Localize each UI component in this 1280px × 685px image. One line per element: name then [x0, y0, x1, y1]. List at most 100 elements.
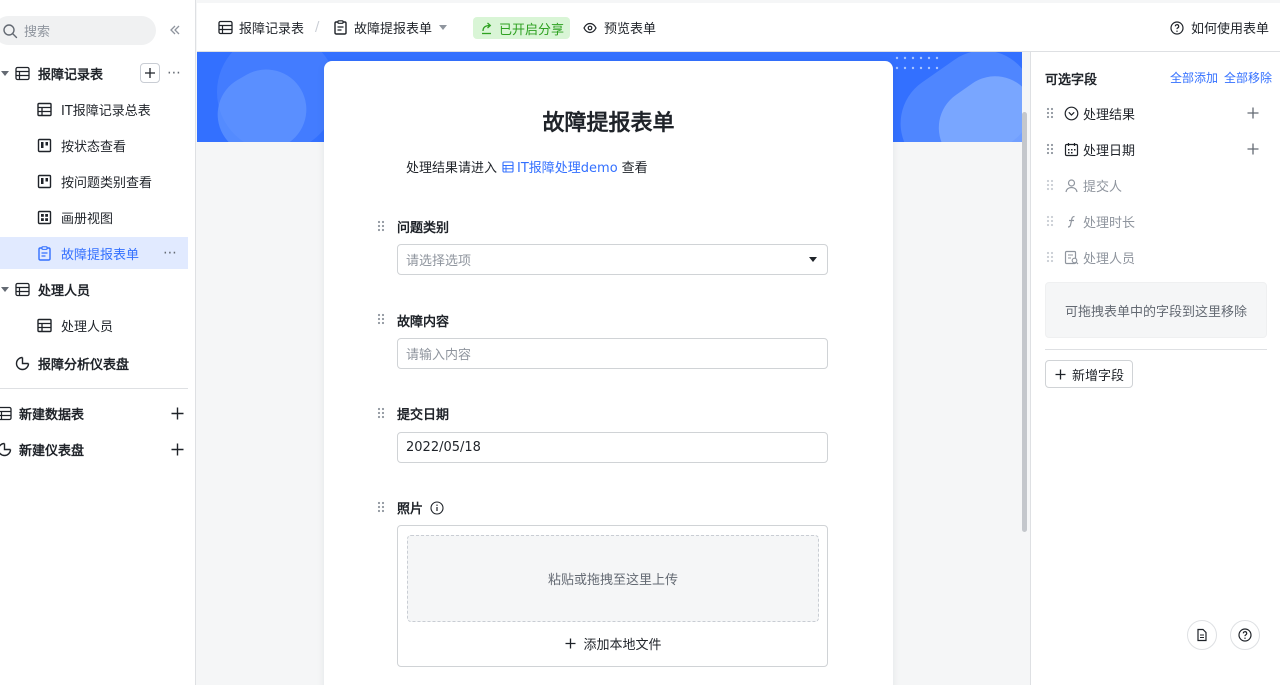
- kanban-view-icon: [36, 173, 52, 189]
- scrollbar-thumb[interactable]: [1022, 112, 1027, 532]
- drag-handle-icon[interactable]: [376, 219, 386, 233]
- optional-field-handler: 处理人员: [1045, 247, 1135, 267]
- new-field-label: 新增字段: [1071, 368, 1124, 384]
- new-table-button[interactable]: 新建数据表: [0, 397, 196, 429]
- info-icon[interactable]: [429, 500, 445, 516]
- collapse-sidebar-icon[interactable]: [166, 21, 184, 39]
- table-link-icon: [501, 160, 515, 174]
- sidebar-item-label: IT报障记录总表: [61, 103, 151, 119]
- plus-icon: [563, 636, 577, 650]
- sidebar-item-dashboard[interactable]: 报障分析仪表盘: [0, 347, 196, 379]
- help-label: 如何使用表单: [1191, 22, 1270, 37]
- sidebar-item-report-table[interactable]: 报障记录表 ⋯: [0, 57, 196, 89]
- sidebar-item-label: 报障分析仪表盘: [38, 357, 130, 373]
- desc-link[interactable]: IT报障处理demo: [501, 157, 618, 176]
- date-input[interactable]: 2022/05/18: [397, 432, 828, 463]
- optional-fields-panel: 可选字段 全部添加 全部移除 处理结果 处理日期 提交人 处理时长 处理人员 可…: [1030, 52, 1280, 685]
- desc-prefix: 处理结果请进入: [406, 161, 498, 176]
- help-button[interactable]: 如何使用表单: [1169, 3, 1269, 52]
- sidebar-item-label: 报障记录表: [38, 67, 104, 83]
- field-label-category: 问题类别: [397, 221, 450, 236]
- gallery-view-icon: [36, 209, 52, 225]
- desc-link-label: IT报障处理demo: [517, 161, 618, 176]
- new-dashboard-button[interactable]: 新建仪表盘: [0, 433, 196, 465]
- content-placeholder: 请输入内容: [406, 348, 472, 363]
- dashboard-icon: [0, 441, 12, 457]
- calendar-icon: [1063, 141, 1079, 157]
- breadcrumb-view[interactable]: 故障提报表单: [332, 3, 448, 52]
- single-select-icon: [1063, 105, 1079, 121]
- form-title[interactable]: 故障提报表单: [324, 105, 893, 137]
- preview-form-button[interactable]: 预览表单: [582, 3, 656, 52]
- remove-dropzone[interactable]: 可拖拽表单中的字段到这里移除: [1045, 282, 1267, 338]
- drag-handle-icon[interactable]: [1045, 142, 1055, 156]
- add-field-plus-icon[interactable]: [1244, 140, 1262, 158]
- caret-down-icon[interactable]: [0, 68, 10, 78]
- sidebar-item-gallery[interactable]: 画册视图: [0, 201, 196, 233]
- plus-icon[interactable]: [169, 405, 185, 421]
- upload-hint: 粘贴或拖拽至这里上传: [547, 573, 678, 588]
- add-view-button[interactable]: [140, 63, 160, 83]
- chevron-down-icon[interactable]: [438, 20, 448, 36]
- table-icon: [0, 405, 12, 421]
- add-field-plus-icon[interactable]: [1244, 104, 1262, 122]
- help-icon[interactable]: [1230, 620, 1260, 650]
- upload-dropzone[interactable]: 粘贴或拖拽至这里上传: [407, 535, 819, 622]
- drag-handle-icon[interactable]: [376, 500, 386, 514]
- new-field-button[interactable]: 新增字段: [1045, 360, 1133, 388]
- formula-icon: [1063, 213, 1079, 229]
- caret-down-icon[interactable]: [0, 284, 10, 294]
- category-select[interactable]: 请选择选项: [397, 244, 828, 275]
- add-local-file-button[interactable]: 添加本地文件: [398, 632, 827, 654]
- plus-icon[interactable]: [169, 441, 185, 457]
- sidebar-item-by-category[interactable]: 按问题类别查看: [0, 165, 196, 197]
- more-options-icon[interactable]: ⋯: [165, 64, 183, 82]
- breadcrumb-separator: /: [315, 20, 320, 35]
- drag-handle-icon[interactable]: [1045, 106, 1055, 120]
- drag-handle-icon: [1045, 178, 1055, 192]
- add-local-file-label: 添加本地文件: [583, 637, 662, 653]
- table-icon: [14, 281, 30, 297]
- form-description[interactable]: 处理结果请进入 IT报障处理demo 查看: [406, 157, 648, 176]
- search-input[interactable]: 搜索: [0, 16, 156, 45]
- form-view-icon: [36, 245, 52, 261]
- sidebar-item-label: 故障提报表单: [61, 247, 140, 263]
- preview-label: 预览表单: [604, 22, 657, 37]
- link-record-icon: [1063, 249, 1079, 265]
- field-label: 处理日期: [1083, 143, 1136, 159]
- content-input[interactable]: 请输入内容: [397, 338, 828, 369]
- help-icon: [1169, 20, 1185, 36]
- field-label: 处理人员: [1083, 251, 1136, 267]
- sidebar-item-by-status[interactable]: 按状态查看: [0, 129, 196, 161]
- sidebar-item-handler-grid[interactable]: 处理人员: [0, 309, 196, 341]
- share-status-button[interactable]: 已开启分享: [473, 17, 571, 39]
- new-dashboard-label: 新建仪表盘: [19, 443, 85, 459]
- optional-field-submitter: 提交人: [1045, 175, 1122, 195]
- form-scrollbar[interactable]: [1022, 52, 1030, 685]
- search-placeholder: 搜索: [24, 25, 51, 40]
- more-options-icon[interactable]: ⋯: [161, 244, 179, 262]
- breadcrumb-view-label: 故障提报表单: [354, 22, 433, 37]
- sidebar-item-label: 按状态查看: [61, 139, 127, 155]
- sidebar-item-label: 处理人员: [61, 319, 114, 335]
- drag-handle-icon[interactable]: [376, 406, 386, 420]
- field-label: 提交人: [1083, 179, 1123, 195]
- panel-divider: [1045, 349, 1267, 350]
- remove-all-link[interactable]: 全部移除: [1224, 69, 1272, 86]
- share-label: 已开启分享: [499, 22, 565, 38]
- kanban-view-icon: [36, 137, 52, 153]
- field-label-date: 提交日期: [397, 408, 450, 423]
- document-icon[interactable]: [1187, 620, 1217, 650]
- chevron-down-icon: [808, 255, 818, 265]
- breadcrumb-table[interactable]: 报障记录表: [217, 3, 304, 52]
- sidebar-item-handler-table[interactable]: 处理人员: [0, 273, 196, 305]
- sidebar-item-it-report-all[interactable]: IT报障记录总表: [0, 93, 196, 125]
- optional-field-date[interactable]: 处理日期: [1045, 139, 1135, 159]
- form-card: 故障提报表单 处理结果请进入 IT报障处理demo 查看 问题类别 请选择选项 …: [324, 61, 893, 685]
- sidebar-item-fault-form[interactable]: 故障提报表单 ⋯: [0, 237, 188, 269]
- drag-handle-icon[interactable]: [376, 312, 386, 326]
- drag-handle-icon: [1045, 214, 1055, 228]
- optional-field-result[interactable]: 处理结果: [1045, 103, 1135, 123]
- add-all-link[interactable]: 全部添加: [1170, 69, 1218, 86]
- grid-view-icon: [36, 101, 52, 117]
